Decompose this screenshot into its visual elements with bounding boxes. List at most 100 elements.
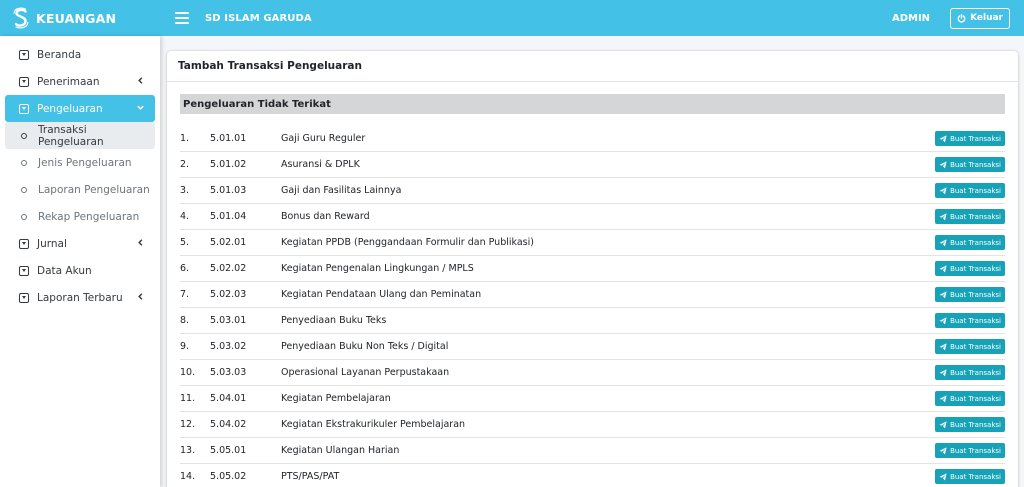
buat-transaksi-button[interactable]: Buat Transaksi (935, 131, 1005, 146)
buat-transaksi-button[interactable]: Buat Transaksi (935, 235, 1005, 250)
row-number: 12. (180, 419, 196, 430)
row-code: 5.02.01 (210, 237, 247, 248)
sidebar: Beranda Penerimaan Pengeluaran Transaksi… (0, 36, 160, 487)
row-name: Penyediaan Buku Teks (281, 315, 387, 326)
row-code: 5.05.02 (210, 471, 247, 482)
buat-transaksi-button[interactable]: Buat Transaksi (935, 183, 1005, 198)
row-number: 6. (180, 263, 190, 274)
row-number: 5. (180, 237, 190, 248)
row-code: 5.02.02 (210, 263, 247, 274)
buat-transaksi-button[interactable]: Buat Transaksi (935, 209, 1005, 224)
transaction-card: Tambah Transaksi Pengeluaran Pengeluaran… (167, 51, 1018, 487)
expense-list: 1. 5.01.01 Gaji Guru Reguler Buat Transa… (180, 126, 1005, 487)
button-label: Buat Transaksi (950, 134, 1001, 143)
brand-title: KEUANGAN (36, 10, 117, 26)
buat-transaksi-button[interactable]: Buat Transaksi (935, 261, 1005, 276)
sidebar-item-penerimaan[interactable]: Penerimaan (5, 68, 155, 95)
sidebar-item-laporan-terbaru[interactable]: Laporan Terbaru (5, 284, 155, 311)
paper-plane-icon (939, 134, 947, 142)
buat-transaksi-button[interactable]: Buat Transaksi (935, 417, 1005, 432)
caret-square-down-icon (19, 238, 29, 249)
table-row: 4. 5.01.04 Bonus dan Reward Buat Transak… (180, 204, 1005, 230)
button-label: Buat Transaksi (950, 472, 1001, 481)
buat-transaksi-button[interactable]: Buat Transaksi (935, 469, 1005, 484)
row-number: 14. (180, 471, 196, 482)
circle-icon (21, 132, 27, 139)
paper-plane-icon (939, 290, 947, 298)
sidebar-item-beranda[interactable]: Beranda (5, 41, 155, 68)
paper-plane-icon (939, 186, 947, 194)
buat-transaksi-button[interactable]: Buat Transaksi (935, 443, 1005, 458)
paper-plane-icon (939, 316, 947, 324)
buat-transaksi-button[interactable]: Buat Transaksi (935, 313, 1005, 328)
button-label: Buat Transaksi (950, 212, 1001, 221)
caret-square-down-icon (19, 265, 29, 276)
row-code: 5.04.02 (210, 419, 247, 430)
row-number: 13. (180, 445, 196, 456)
buat-transaksi-button[interactable]: Buat Transaksi (935, 287, 1005, 302)
row-name: Kegiatan Ulangan Harian (281, 445, 400, 456)
logout-label: Keluar (970, 13, 1003, 23)
sidebar-item-label: Transaksi Pengeluaran (38, 123, 104, 148)
row-name: Kegiatan Pendataan Ulang dan Peminatan (281, 289, 482, 300)
button-label: Buat Transaksi (950, 394, 1001, 403)
row-number: 10. (180, 367, 196, 378)
row-code: 5.01.01 (210, 133, 247, 144)
logo-icon (12, 7, 30, 29)
buat-transaksi-button[interactable]: Buat Transaksi (935, 365, 1005, 380)
sidebar-item-laporan-pengeluaran[interactable]: Laporan Pengeluaran (5, 176, 155, 203)
power-icon (957, 13, 966, 23)
row-number: 2. (180, 159, 190, 170)
buat-transaksi-button[interactable]: Buat Transaksi (935, 157, 1005, 172)
buat-transaksi-button[interactable]: Buat Transaksi (935, 391, 1005, 406)
row-name: PTS/PAS/PAT (281, 471, 340, 482)
caret-square-down-icon (19, 49, 29, 60)
brand[interactable]: KEUANGAN (0, 0, 160, 36)
table-row: 7. 5.02.03 Kegiatan Pendataan Ulang dan … (180, 282, 1005, 308)
chevron-down-icon (137, 105, 144, 110)
school-name: SD ISLAM GARUDA (205, 12, 312, 24)
caret-square-down-icon (19, 292, 29, 303)
sidebar-item-jurnal[interactable]: Jurnal (5, 230, 155, 257)
buat-transaksi-button[interactable]: Buat Transaksi (935, 339, 1005, 354)
caret-square-down-icon (19, 76, 29, 87)
row-number: 8. (180, 315, 190, 326)
chevron-left-icon (138, 293, 143, 300)
row-code: 5.01.04 (210, 211, 247, 222)
sidebar-item-pengeluaran[interactable]: Pengeluaran (5, 95, 155, 122)
row-number: 4. (180, 211, 190, 222)
table-row: 13. 5.05.01 Kegiatan Ulangan Harian Buat… (180, 438, 1005, 464)
circle-icon (21, 213, 27, 220)
button-label: Buat Transaksi (950, 342, 1001, 351)
paper-plane-icon (939, 394, 947, 402)
paper-plane-icon (939, 420, 947, 428)
row-code: 5.03.01 (210, 315, 247, 326)
chevron-left-icon (138, 77, 143, 84)
logout-button[interactable]: Keluar (950, 7, 1010, 29)
row-number: 1. (180, 133, 190, 144)
paper-plane-icon (939, 342, 947, 350)
row-name: Kegiatan Ekstrakurikuler Pembelajaran (281, 419, 466, 430)
row-name: Kegiatan PPDB (Penggandaan Formulir dan … (281, 237, 534, 248)
sidebar-item-rekap-pengeluaran[interactable]: Rekap Pengeluaran (5, 203, 155, 230)
sidebar-item-jenis-pengeluaran[interactable]: Jenis Pengeluaran (5, 149, 155, 176)
button-label: Buat Transaksi (950, 316, 1001, 325)
row-name: Gaji Guru Reguler (281, 133, 366, 144)
table-row: 10. 5.03.03 Operasional Layanan Perpusta… (180, 360, 1005, 386)
button-label: Buat Transaksi (950, 264, 1001, 273)
card-body: Pengeluaran Tidak Terikat 1. 5.01.01 Gaj… (167, 82, 1018, 487)
user-name: ADMIN (891, 12, 931, 24)
button-label: Buat Transaksi (950, 420, 1001, 429)
row-code: 5.01.02 (210, 159, 247, 170)
button-label: Buat Transaksi (950, 368, 1001, 377)
row-code: 5.05.01 (210, 445, 247, 456)
sidebar-item-label: Penerimaan (37, 75, 100, 88)
row-number: 7. (180, 289, 190, 300)
paper-plane-icon (939, 160, 947, 168)
sidebar-item-data-akun[interactable]: Data Akun (5, 257, 155, 284)
table-row: 3. 5.01.03 Gaji dan Fasilitas Lainnya Bu… (180, 178, 1005, 204)
menu-toggle-icon[interactable] (175, 12, 189, 24)
sidebar-item-transaksi-pengeluaran[interactable]: Transaksi Pengeluaran (5, 122, 155, 149)
row-number: 11. (180, 393, 196, 404)
row-name: Kegiatan Pembelajaran (281, 393, 391, 404)
